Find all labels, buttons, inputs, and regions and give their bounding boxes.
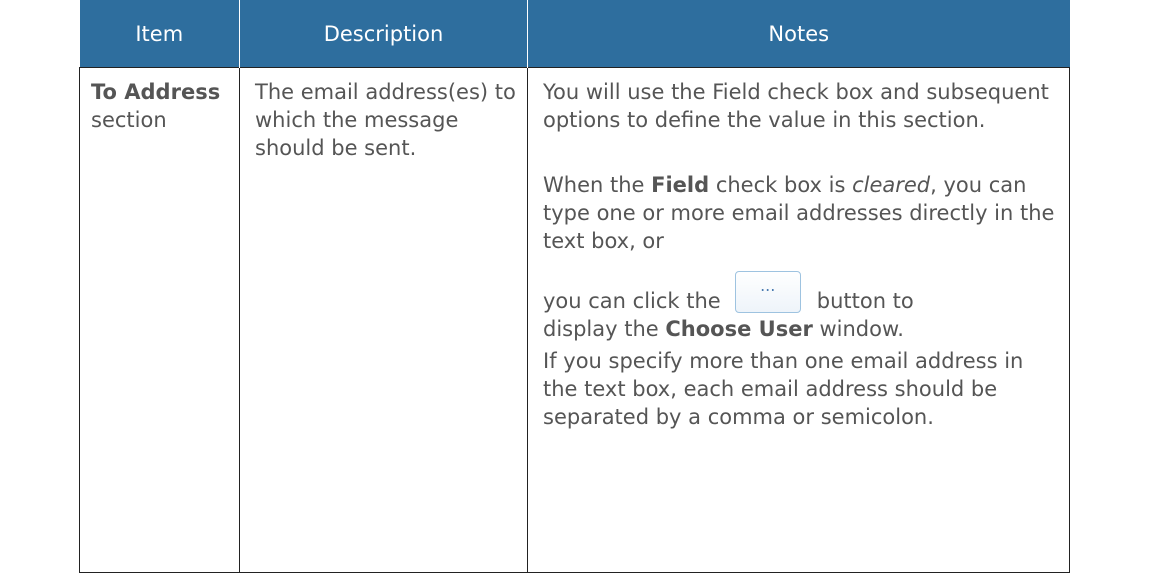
field-term: Field	[651, 173, 710, 197]
notes-cell: You will use the Field check box and sub…	[527, 67, 1070, 573]
notes-text: window.	[812, 317, 904, 341]
properties-table: Item Description Notes To Address sectio…	[79, 0, 1070, 573]
notes-text: you can click the	[543, 289, 721, 313]
description-text: The email address(es) to which the messa…	[255, 80, 516, 160]
description-cell: The email address(es) to which the messa…	[239, 67, 528, 573]
notes-text: check box is	[709, 173, 853, 197]
header-row: Item Description Notes	[79, 0, 1070, 68]
button-line: you can click the ... button to	[543, 255, 1059, 315]
notes-text: When the	[543, 173, 652, 197]
notes-text: button to	[816, 289, 914, 313]
choose-user-term: Choose User	[665, 317, 813, 341]
notes-paragraph-1: You will use the Field check box and sub…	[543, 80, 1049, 132]
item-cell: To Address section	[79, 67, 240, 573]
item-name: To Address	[91, 80, 221, 104]
ellipsis-button[interactable]: ...	[734, 271, 801, 313]
table-row: To Address section The email address(es)…	[79, 67, 1070, 573]
notes-paragraph-4: If you specify more than one email addre…	[543, 349, 1024, 429]
header-description: Description	[239, 0, 528, 68]
cleared-term: cleared	[852, 173, 931, 197]
notes-paragraph-3: display the Choose User window.	[543, 315, 1059, 343]
notes-text: display the	[543, 317, 666, 341]
notes-paragraph-2: When the Field check box is cleared, you…	[543, 171, 1059, 255]
header-notes: Notes	[527, 0, 1070, 68]
item-suffix: section	[91, 108, 167, 132]
header-item: Item	[79, 0, 240, 68]
